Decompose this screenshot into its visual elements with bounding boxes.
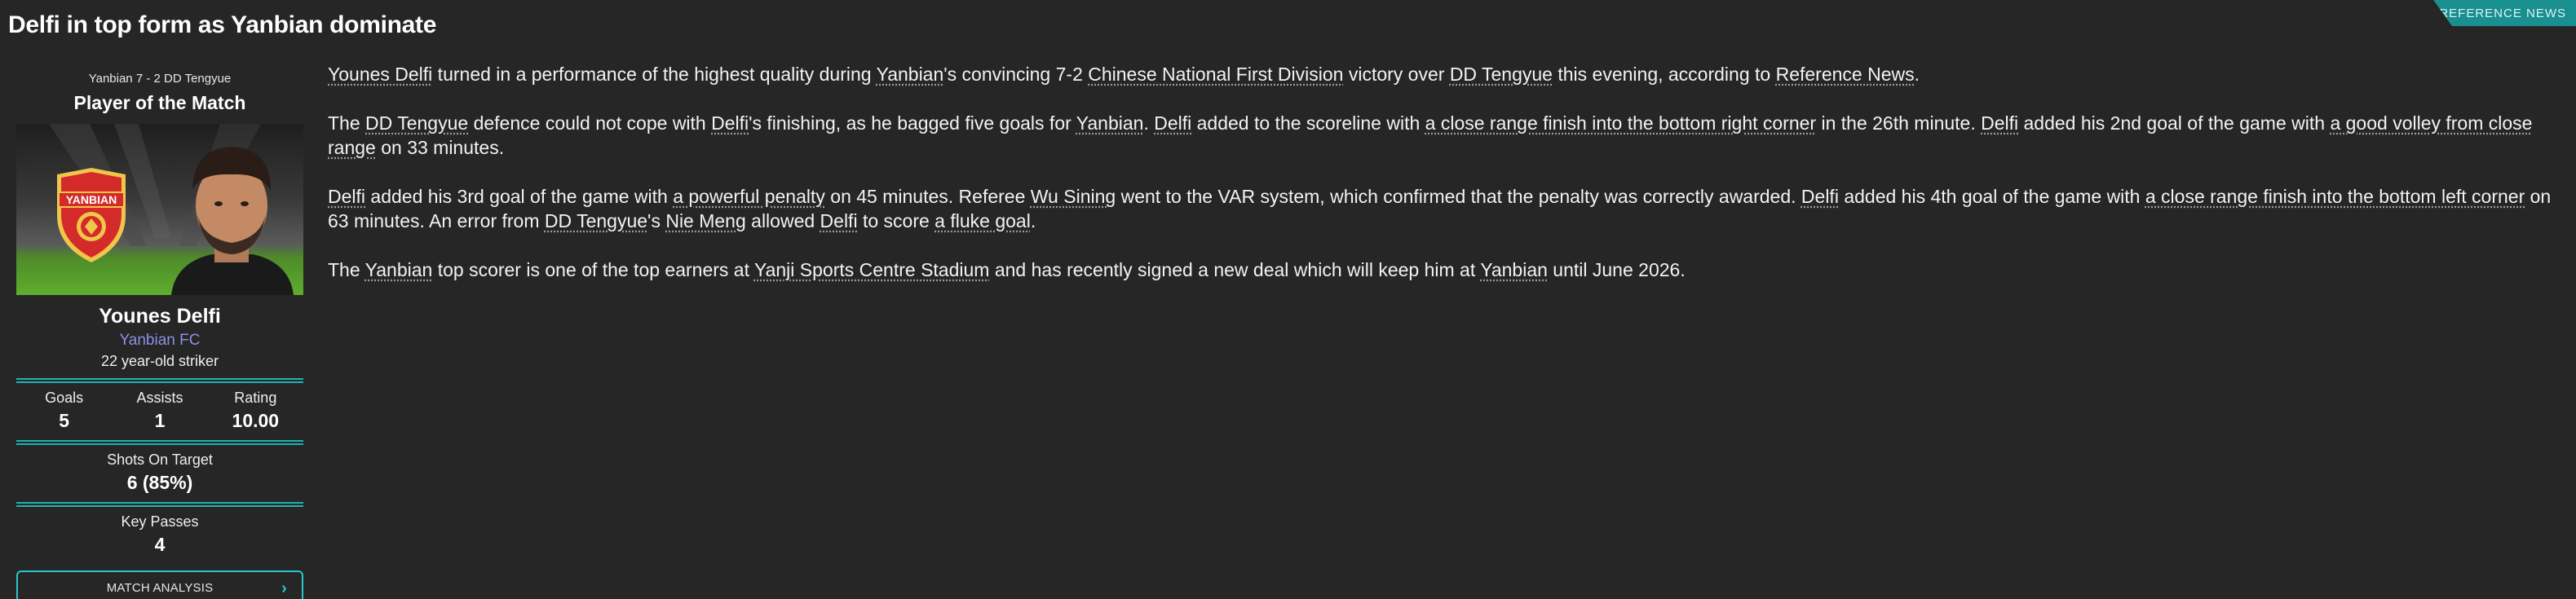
crest-text: YANBIAN [66, 193, 117, 206]
player-link[interactable]: Delfi [1801, 186, 1839, 207]
article-text: defence could not cope with [468, 112, 711, 134]
article-text: . [1915, 64, 1920, 85]
club-crest-icon: YANBIAN [57, 168, 126, 262]
article-paragraph: The DD Tengyue defence could not cope wi… [328, 111, 2564, 160]
article-paragraph: The Yanbian top scorer is one of the top… [328, 258, 2564, 282]
goal-highlight-link[interactable]: a close range finish into the bottom lef… [2145, 186, 2525, 207]
player-link[interactable]: Younes Delfi [328, 64, 432, 85]
player-description: 22 year-old striker [16, 353, 303, 370]
article-text: on 33 minutes. [376, 137, 504, 158]
news-headline: Delfi in top form as Yanbian dominate [8, 11, 436, 39]
stat-label: Goals [17, 390, 112, 407]
article-paragraph: Delfi added his 3rd goal of the game wit… [328, 184, 2564, 233]
defender-link[interactable]: Nie Meng [665, 210, 745, 231]
stat-label: Rating [208, 390, 303, 407]
goal-highlight-link[interactable]: a fluke goal [935, 210, 1031, 231]
article-text: . [1143, 112, 1154, 134]
referee-link[interactable]: Wu Sining [1031, 186, 1116, 207]
player-link[interactable]: Delfi [820, 210, 858, 231]
competition-link[interactable]: Chinese National First Division [1088, 64, 1343, 85]
source-link[interactable]: Reference News [1776, 64, 1915, 85]
article-text: in the 26th minute. [1816, 112, 1981, 134]
club-link[interactable]: Yanbian [1480, 259, 1548, 280]
player-link[interactable]: Delfi [1154, 112, 1191, 134]
player-link[interactable]: Delfi [328, 186, 365, 207]
article-text: added to the scoreline with [1191, 112, 1425, 134]
stat-rating: Rating 10.00 [208, 390, 303, 432]
goal-highlight-link[interactable]: a close range finish into the bottom rig… [1425, 112, 1816, 134]
stat-label: Assists [113, 390, 207, 407]
article-text: added his 4th goal of the game with [1839, 186, 2145, 207]
article-text: until June 2026. [1548, 259, 1686, 280]
player-club-link[interactable]: Yanbian FC [16, 332, 303, 350]
article-text: top scorer is one of the top earners at [432, 259, 754, 280]
stat-value: 10.00 [208, 410, 303, 432]
match-result: Yanbian 7 - 2 DD Tengyue [16, 72, 303, 86]
stat-assists: Assists 1 [113, 390, 207, 432]
chevron-right-icon: › [281, 579, 287, 598]
match-analysis-label: MATCH ANALYSIS [107, 581, 214, 595]
stat-value: 4 [16, 534, 303, 556]
article-text: allowed [746, 210, 820, 231]
article-text: turned in a performance of the highest q… [432, 64, 876, 85]
article-text: . [1031, 210, 1036, 231]
article-text: went to the VAR system, which confirmed … [1116, 186, 1801, 207]
stat-key-passes: Key Passes 4 [16, 507, 303, 564]
article-text: 's convincing 7-2 [943, 64, 1088, 85]
article-text: The [328, 112, 365, 134]
opponent-link[interactable]: DD Tengyue [545, 210, 647, 231]
news-page: Delfi in top form as Yanbian dominate RE… [0, 0, 2576, 599]
stadium-link[interactable]: Yanji Sports Centre Stadium [754, 259, 990, 280]
article-text: The [328, 259, 365, 280]
article-text: victory over [1343, 64, 1449, 85]
stats-row: Goals 5 Assists 1 Rating 10.00 [16, 383, 303, 440]
article-text: on 45 minutes. Referee [825, 186, 1031, 207]
player-link[interactable]: Delfi [711, 112, 749, 134]
stat-value: 6 (85%) [16, 472, 303, 494]
match-analysis-button[interactable]: MATCH ANALYSIS › [16, 570, 303, 599]
opponent-link[interactable]: DD Tengyue [365, 112, 468, 134]
stat-value: 1 [113, 410, 207, 432]
club-link[interactable]: Yanbian [1076, 112, 1144, 134]
article-text: added his 2nd goal of the game with [2018, 112, 2330, 134]
club-link[interactable]: Yanbian [877, 64, 944, 85]
article-text: 's finishing, as he bagged five goals fo… [749, 112, 1076, 134]
stat-label: Shots On Target [16, 451, 303, 469]
stat-goals: Goals 5 [17, 390, 112, 432]
stat-shots-on-target: Shots On Target 6 (85%) [16, 445, 303, 502]
source-tab[interactable]: REFERENCE NEWS [2421, 0, 2576, 26]
article-text: to score [858, 210, 935, 231]
stat-label: Key Passes [16, 513, 303, 531]
article-paragraph: Younes Delfi turned in a performance of … [328, 62, 2564, 86]
source-tab-label: REFERENCE NEWS [2439, 7, 2566, 20]
player-name[interactable]: Younes Delfi [16, 305, 303, 328]
article-text: this evening, according to [1553, 64, 1776, 85]
club-link[interactable]: Yanbian [365, 259, 433, 280]
player-photo: YANBIAN [16, 124, 303, 295]
player-of-the-match-card: Yanbian 7 - 2 DD Tengyue Player of the M… [16, 67, 303, 597]
goal-highlight-link[interactable]: a powerful penalty [673, 186, 825, 207]
article-text: 's [647, 210, 665, 231]
article-body: Younes Delfi turned in a performance of … [328, 62, 2564, 306]
stat-value: 5 [17, 410, 112, 432]
article-text: and has recently signed a new deal which… [989, 259, 1480, 280]
opponent-link[interactable]: DD Tengyue [1450, 64, 1553, 85]
article-text: added his 3rd goal of the game with [365, 186, 673, 207]
card-title: Player of the Match [16, 92, 303, 114]
player-link[interactable]: Delfi [1981, 112, 2018, 134]
